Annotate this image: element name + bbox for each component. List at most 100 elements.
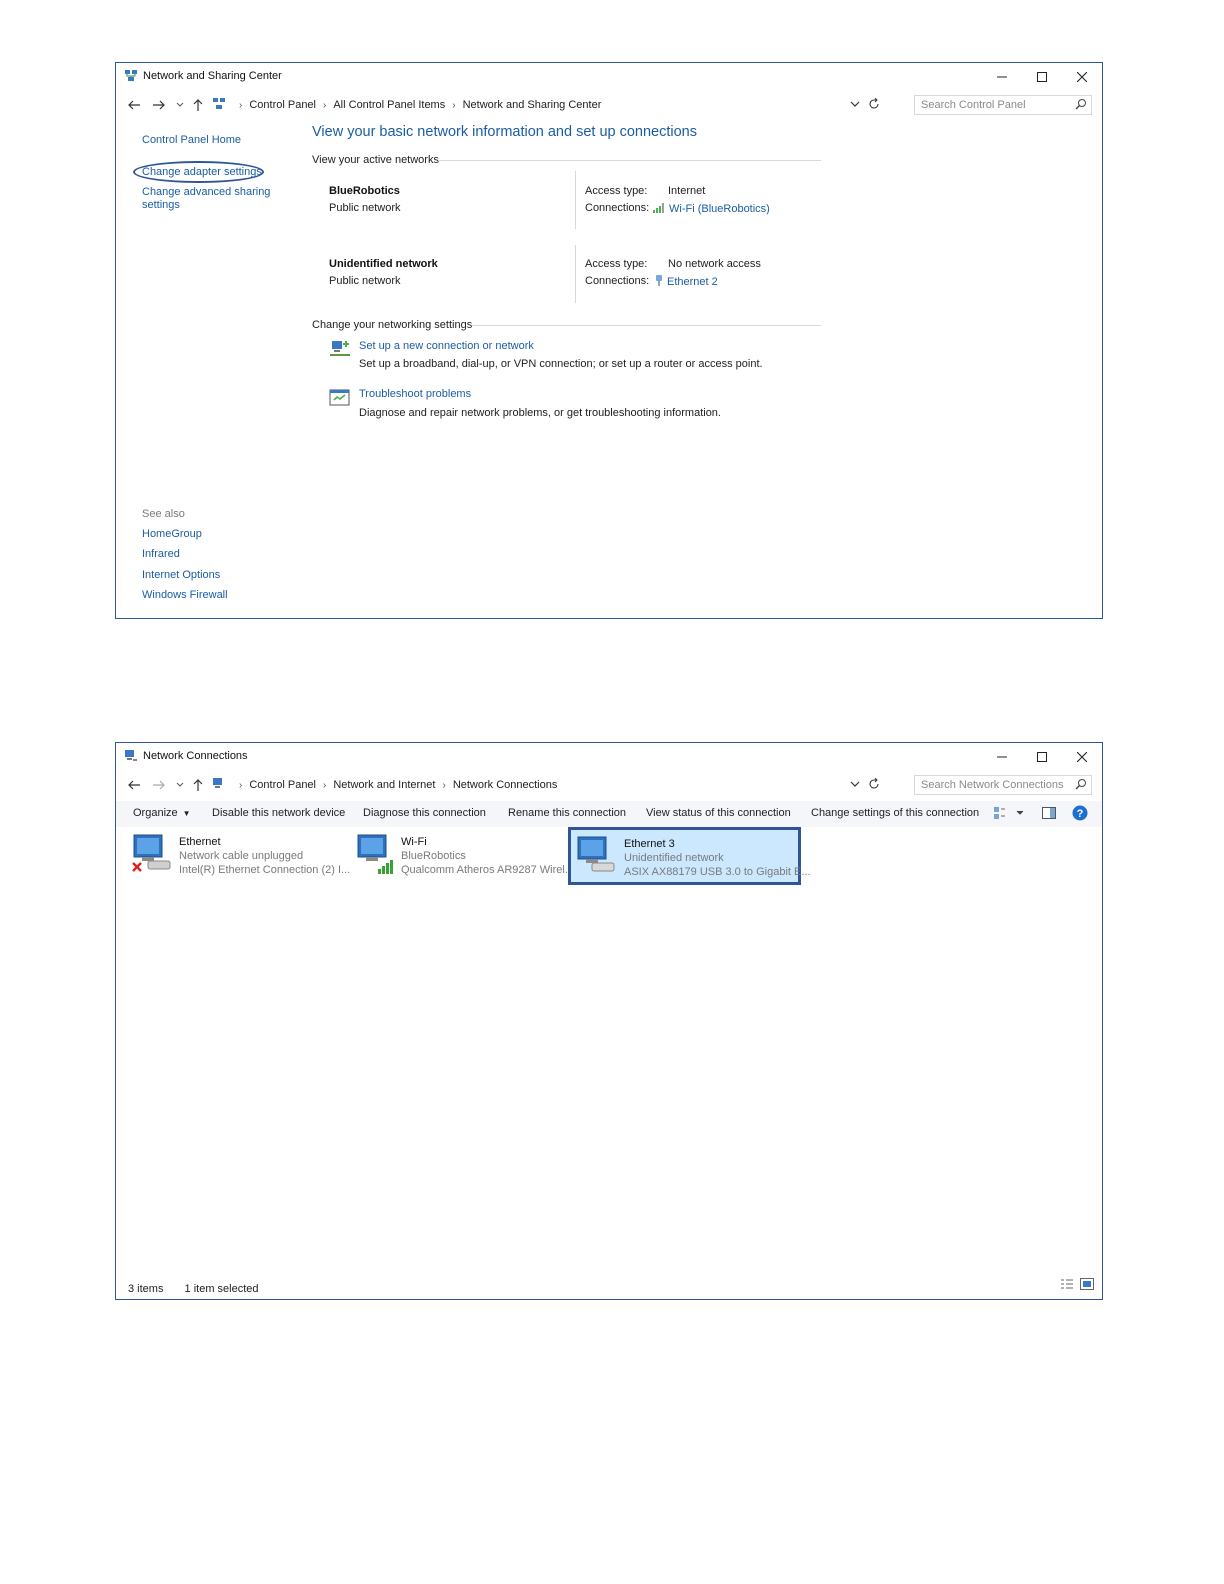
up-arrow-icon[interactable]	[190, 97, 206, 113]
windows-firewall-link[interactable]: Windows Firewall	[142, 589, 228, 601]
back-arrow-icon[interactable]	[126, 777, 142, 793]
adapter-status: BlueRobotics	[401, 850, 466, 862]
address-bar[interactable]: › Control Panel › Network and Internet ›…	[210, 775, 886, 795]
section-divider	[438, 160, 821, 161]
ethernet-plug-icon	[654, 274, 664, 290]
recent-dropdown-icon[interactable]	[172, 777, 188, 793]
address-bar[interactable]: › Control Panel › All Control Panel Item…	[210, 95, 886, 115]
change-settings-button[interactable]: Change settings of this connection	[811, 807, 979, 819]
view-toggle	[1060, 1278, 1094, 1293]
search-icon[interactable]	[1075, 98, 1087, 113]
network-connections-icon	[212, 777, 226, 794]
adapter-item-ethernet[interactable]: Ethernet Network cable unplugged Intel(R…	[128, 829, 351, 881]
view-status-button[interactable]: View status of this connection	[646, 807, 791, 819]
view-options-icon[interactable]	[993, 806, 1024, 823]
adapter-name: Ethernet 3	[624, 838, 675, 850]
internet-options-link[interactable]: Internet Options	[142, 569, 220, 581]
vertical-divider	[575, 245, 576, 303]
large-icons-view-icon[interactable]	[1080, 1278, 1094, 1293]
change-adapter-settings-link[interactable]: Change adapter settings	[142, 166, 262, 178]
breadcrumb-separator: ›	[442, 779, 446, 791]
organize-label: Organize	[133, 807, 178, 819]
change-advanced-sharing-link[interactable]: Change advanced sharing	[142, 186, 270, 198]
ethernet2-connection-label[interactable]: Ethernet 2	[667, 276, 718, 288]
item-count: 3 items	[128, 1283, 164, 1295]
see-also-heading: See also	[142, 508, 185, 520]
preview-pane-icon[interactable]	[1042, 807, 1056, 822]
ethernet2-connection-link[interactable]: Ethernet 2	[654, 274, 718, 290]
adapter-status: Unidentified network	[624, 852, 724, 864]
breadcrumb-network-internet[interactable]: Network and Internet	[333, 779, 435, 791]
address-row: › Control Panel › All Control Panel Item…	[116, 93, 1102, 117]
adapter-item-ethernet3[interactable]: Ethernet 3 Unidentified network ASIX AX8…	[568, 827, 811, 885]
wifi-connection-label[interactable]: Wi-Fi (BlueRobotics)	[669, 203, 770, 215]
adapter-item-wifi[interactable]: Wi-Fi BlueRobotics Qualcomm Atheros AR92…	[352, 829, 574, 881]
setup-connection-link[interactable]: Set up a new connection or network	[359, 340, 534, 352]
details-view-icon[interactable]	[1060, 1278, 1074, 1293]
disable-device-button[interactable]: Disable this network device	[212, 807, 345, 819]
status-bar: 3 items 1 item selected	[128, 1283, 277, 1295]
ethernet-disconnected-icon	[130, 833, 174, 880]
maximize-button[interactable]	[1022, 743, 1062, 771]
breadcrumb-control-panel[interactable]: Control Panel	[249, 779, 316, 791]
search-icon[interactable]	[1075, 778, 1087, 793]
chevron-down-icon[interactable]	[850, 98, 860, 113]
search-box[interactable]	[914, 95, 1092, 115]
adapter-device: Intel(R) Ethernet Connection (2) I...	[179, 864, 351, 876]
help-icon[interactable]: ?	[1072, 805, 1088, 824]
up-arrow-icon[interactable]	[190, 777, 206, 793]
access-type-label: Access type:	[585, 258, 648, 270]
close-button[interactable]	[1062, 743, 1102, 771]
breadcrumb-separator: ›	[239, 779, 243, 791]
close-button[interactable]	[1062, 63, 1102, 91]
access-type-value: No network access	[668, 258, 761, 270]
breadcrumb-current[interactable]: Network Connections	[453, 779, 558, 791]
organize-button[interactable]: Organize ▼	[133, 807, 191, 819]
wifi-connection-link[interactable]: Wi-Fi (BlueRobotics)	[652, 202, 770, 216]
search-input[interactable]	[915, 96, 1065, 114]
refresh-icon[interactable]	[868, 97, 880, 113]
minimize-button[interactable]	[982, 63, 1022, 91]
chevron-down-icon[interactable]	[850, 778, 860, 793]
minimize-button[interactable]	[982, 743, 1022, 771]
breadcrumb-separator: ›	[323, 99, 327, 111]
address-row: › Control Panel › Network and Internet ›…	[116, 773, 1102, 797]
network-type[interactable]: Public network	[329, 275, 401, 287]
diagnose-button[interactable]: Diagnose this connection	[363, 807, 486, 819]
search-box[interactable]	[914, 775, 1092, 795]
recent-dropdown-icon[interactable]	[172, 97, 188, 113]
breadcrumb-current[interactable]: Network and Sharing Center	[463, 99, 602, 111]
network-sharing-center-window: Network and Sharing Center › Control Pan…	[115, 62, 1103, 619]
adapter-status: Network cable unplugged	[179, 850, 304, 862]
refresh-icon[interactable]	[868, 777, 880, 793]
breadcrumb-separator: ›	[239, 99, 243, 111]
homegroup-link[interactable]: HomeGroup	[142, 528, 202, 540]
adapter-name: Ethernet	[179, 836, 221, 848]
rename-button[interactable]: Rename this connection	[508, 807, 626, 819]
control-panel-home-link[interactable]: Control Panel Home	[142, 134, 241, 146]
breadcrumb-control-panel[interactable]: Control Panel	[249, 99, 316, 111]
change-settings-label: Change your networking settings	[312, 319, 473, 331]
network-app-icon	[124, 69, 138, 86]
wifi-adapter-icon	[354, 833, 398, 880]
breadcrumb-all-items[interactable]: All Control Panel Items	[333, 99, 445, 111]
maximize-button[interactable]	[1022, 63, 1062, 91]
forward-arrow-icon[interactable]	[151, 777, 167, 793]
network-name: BlueRobotics	[329, 185, 400, 197]
window-title: Network and Sharing Center	[143, 70, 282, 82]
infrared-link[interactable]: Infrared	[142, 548, 180, 560]
network-type[interactable]: Public network	[329, 202, 401, 214]
troubleshoot-link[interactable]: Troubleshoot problems	[359, 388, 471, 400]
forward-arrow-icon[interactable]	[151, 97, 167, 113]
search-input[interactable]	[915, 776, 1065, 794]
breadcrumb-separator: ›	[323, 779, 327, 791]
connections-label: Connections:	[585, 275, 650, 287]
svg-text:?: ?	[1077, 808, 1084, 820]
window-title: Network Connections	[143, 750, 248, 762]
troubleshoot-description: Diagnose and repair network problems, or…	[359, 407, 721, 419]
command-bar: Organize ▼ Disable this network device Di…	[116, 801, 1102, 827]
network-connections-app-icon	[124, 749, 138, 766]
back-arrow-icon[interactable]	[126, 97, 142, 113]
control-panel-icon	[212, 97, 226, 114]
change-advanced-sharing-link-line2[interactable]: settings	[142, 199, 180, 211]
